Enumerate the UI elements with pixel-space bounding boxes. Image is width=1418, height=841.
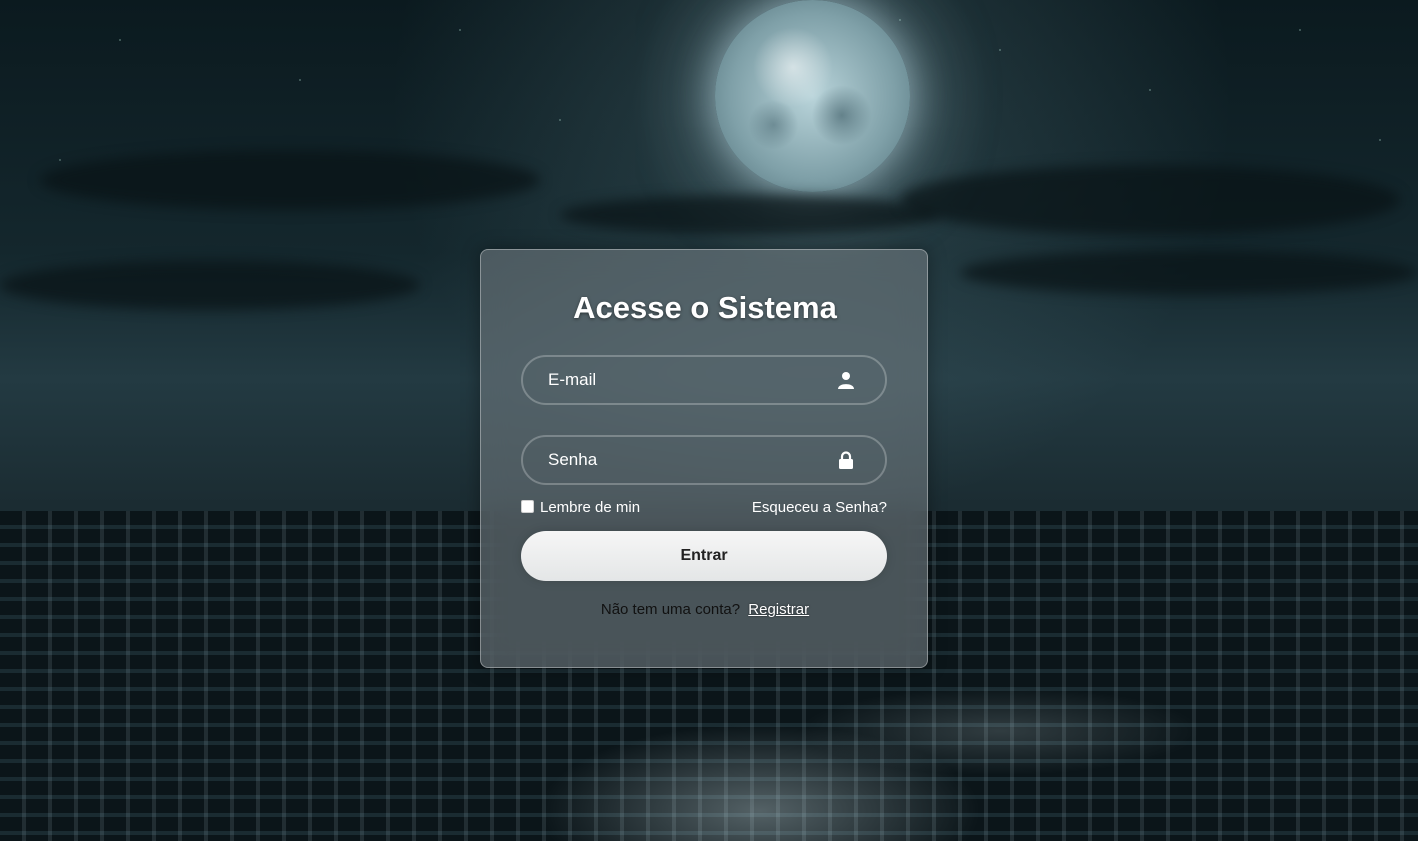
remember-checkbox[interactable] (521, 499, 534, 513)
email-field (521, 355, 887, 405)
cloud (560, 195, 940, 235)
register-prompt: Não tem uma conta? (600, 601, 741, 618)
cloud (900, 165, 1400, 235)
background-image: Acesse o Sistema Lembre de min Esqueceu … (0, 0, 1418, 841)
lock-icon (839, 451, 853, 469)
password-field (521, 435, 887, 485)
login-card: Acesse o Sistema Lembre de min Esqueceu … (480, 249, 928, 668)
forgot-password-link[interactable]: Esqueceu a Senha? (752, 499, 887, 516)
remember-me[interactable]: Lembre de min (521, 499, 640, 516)
moon (715, 0, 910, 192)
password-input[interactable] (523, 437, 843, 483)
remember-label: Lembre de min (540, 499, 641, 516)
register-line: Não tem uma conta? Registrar (481, 601, 929, 618)
user-icon (838, 372, 854, 389)
email-input[interactable] (523, 357, 843, 403)
cloud (40, 150, 540, 210)
login-button[interactable]: Entrar (521, 531, 887, 581)
login-options: Lembre de min Esqueceu a Senha? (521, 499, 887, 519)
login-title: Acesse o Sistema (573, 290, 837, 325)
register-link[interactable]: Registrar (748, 601, 809, 618)
